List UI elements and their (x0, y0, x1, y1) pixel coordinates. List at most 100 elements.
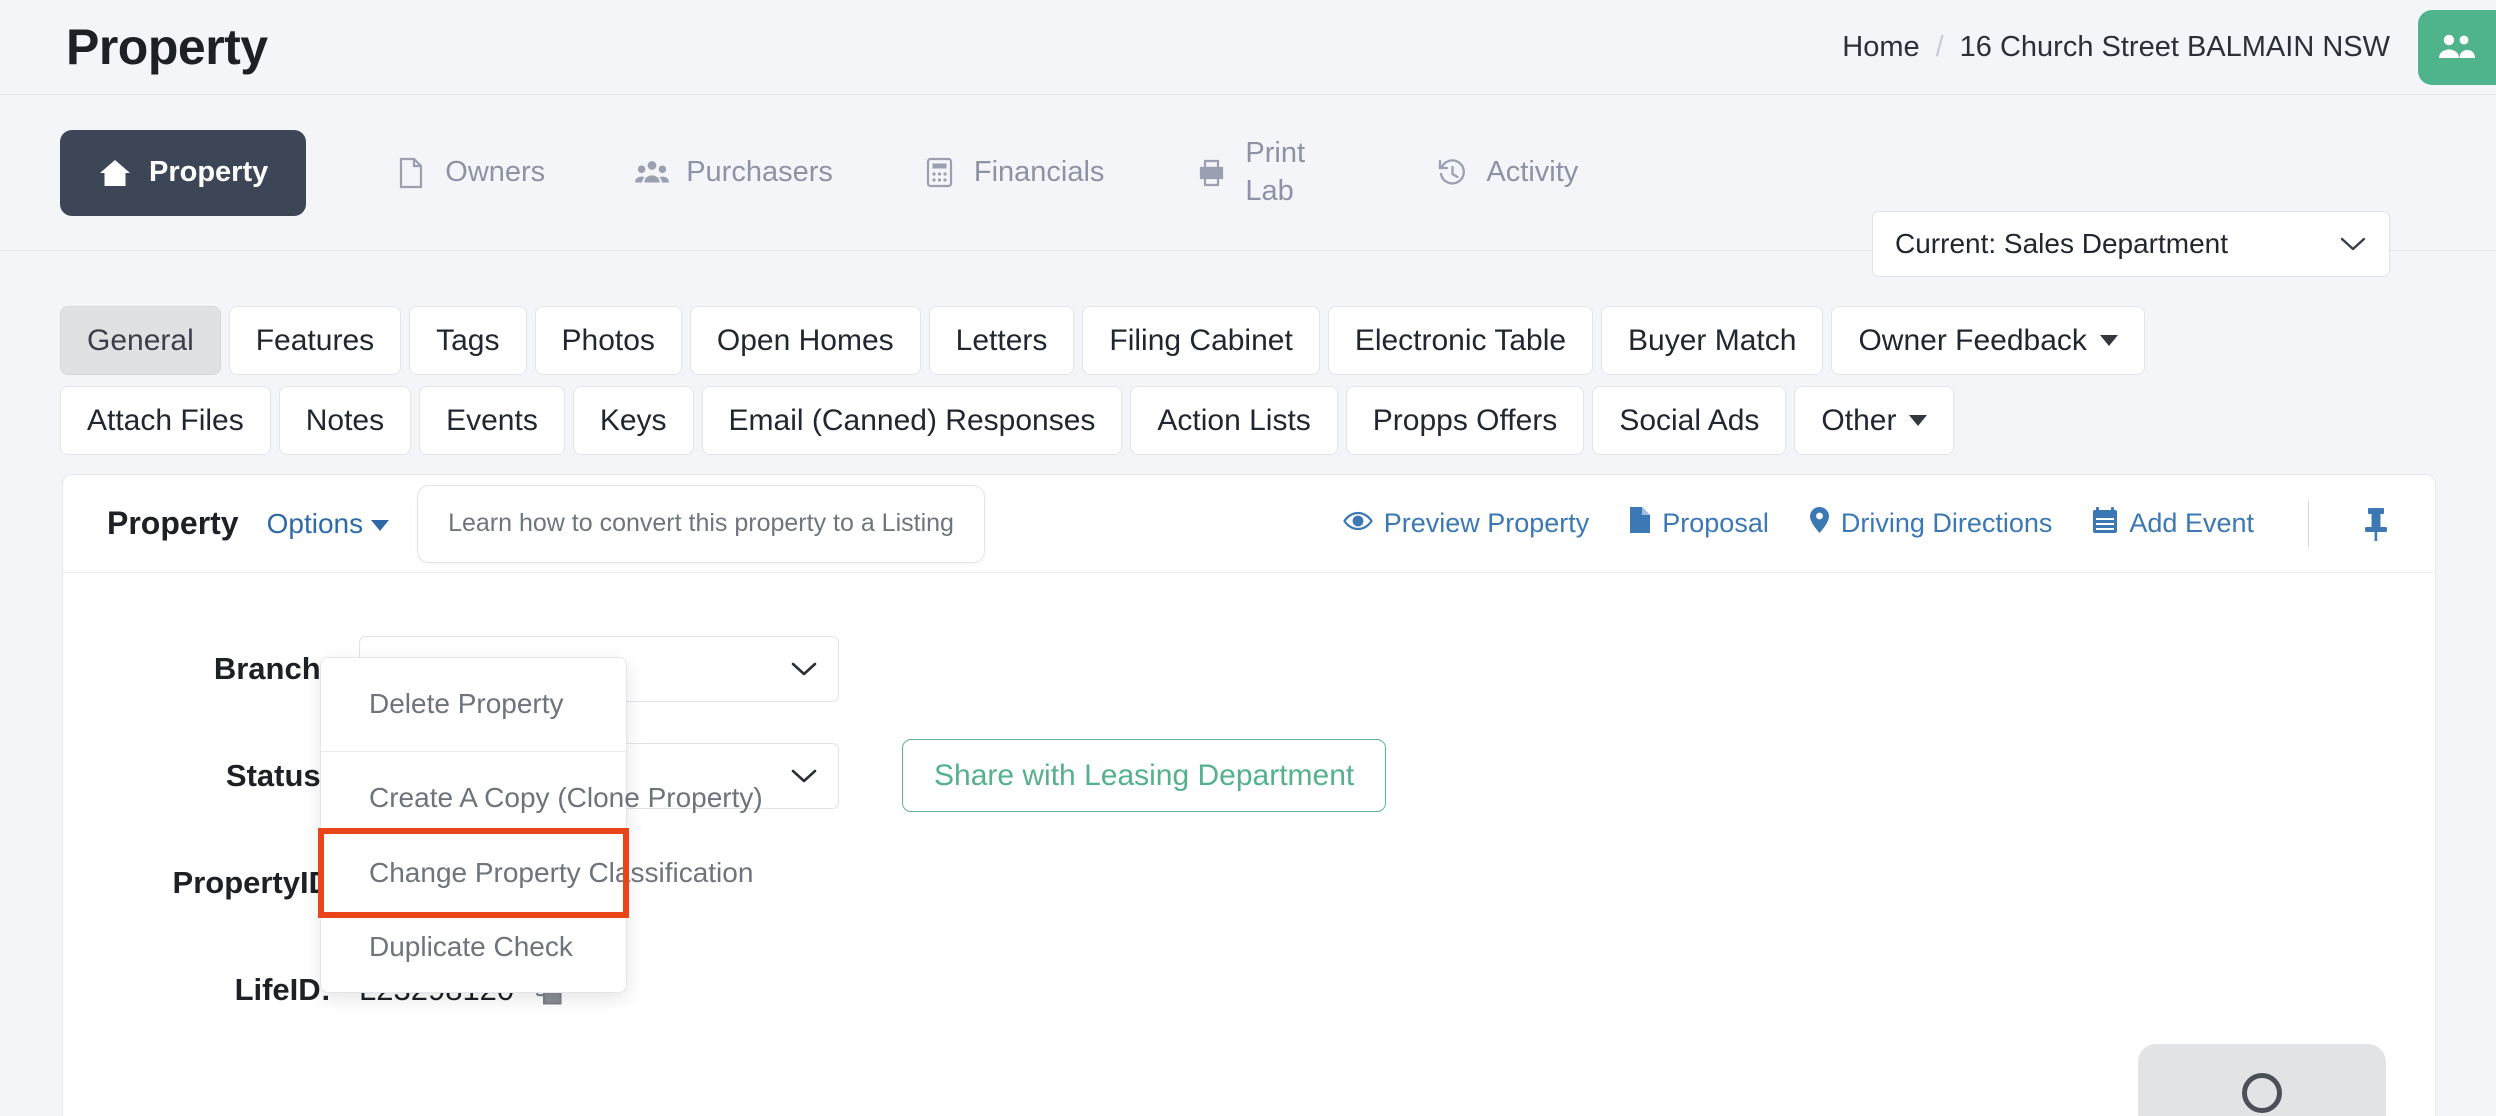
subtab-label: Filing Cabinet (1109, 324, 1292, 358)
driving-directions-label: Driving Directions (1841, 508, 2053, 539)
subtab-label: Electronic Table (1355, 324, 1566, 358)
chat-widget[interactable] (2138, 1044, 2386, 1116)
subtab-tags[interactable]: Tags (409, 306, 526, 375)
add-event-label: Add Event (2129, 508, 2254, 539)
subtab-label: Owner Feedback (1858, 324, 2086, 358)
preview-property-link[interactable]: Preview Property (1343, 508, 1590, 539)
share-with-leasing-department-button[interactable]: Share with Leasing Department (902, 739, 1386, 812)
nav-label-print-lab: Print Lab (1245, 135, 1345, 209)
menu-item-create-a-copy-clone-property[interactable]: Create A Copy (Clone Property) (321, 766, 626, 831)
subtab-notes[interactable]: Notes (279, 386, 411, 455)
subtab-label: Open Homes (717, 324, 894, 358)
users-icon[interactable] (2418, 10, 2496, 85)
chat-icon (2242, 1073, 2282, 1113)
department-select[interactable]: Current: Sales Department (1872, 211, 2390, 277)
chevron-down-icon (2339, 228, 2367, 260)
subtab-buyer-match[interactable]: Buyer Match (1601, 306, 1823, 375)
printer-icon (1194, 156, 1228, 190)
add-event-link[interactable]: Add Event (2092, 507, 2254, 541)
pin-icon[interactable] (2363, 507, 2389, 541)
page-header: Property Home / 16 Church Street BALMAIN… (0, 0, 2496, 95)
property-panel: Property Options Learn how to convert th… (62, 474, 2436, 1116)
subtab-keys[interactable]: Keys (573, 386, 694, 455)
subtab-row-2: Attach Files Notes Events Keys Email (Canned… (60, 386, 2340, 463)
history-icon (1435, 156, 1469, 190)
subtab-action-lists[interactable]: Action Lists (1130, 386, 1337, 455)
proposal-link[interactable]: Proposal (1629, 506, 1769, 541)
panel-title: Property (107, 505, 239, 542)
breadcrumb-separator: / (1936, 31, 1944, 64)
map-pin-icon (1809, 506, 1830, 541)
menu-divider (321, 751, 626, 752)
breadcrumb-home[interactable]: Home (1842, 31, 1919, 64)
chevron-down-icon (790, 653, 818, 685)
caret-down-icon (1909, 415, 1927, 426)
chevron-down-icon (371, 520, 389, 531)
page-title: Property (66, 22, 268, 72)
subtab-features[interactable]: Features (229, 306, 401, 375)
eye-icon (1343, 508, 1373, 539)
nav-item-owners[interactable]: Owners (364, 130, 575, 216)
subtab-label: Letters (956, 324, 1048, 358)
subtab-general[interactable]: General (60, 306, 221, 375)
subtab-label: Social Ads (1619, 404, 1759, 438)
panel-body: Branch: Status: Share with Leasing Depar… (63, 573, 2435, 1116)
nav-item-purchasers[interactable]: Purchasers (605, 130, 863, 216)
subtab-label: General (87, 324, 194, 358)
panel-header: Property Options Learn how to convert th… (63, 475, 2435, 573)
users-icon (635, 156, 669, 190)
subtab-electronic-table[interactable]: Electronic Table (1328, 306, 1593, 375)
nav-item-print-lab[interactable]: Print Lab (1164, 130, 1375, 216)
nav-label-activity: Activity (1486, 156, 1578, 189)
action-divider (2308, 501, 2309, 547)
main-navigation: Property Owners Purchasers (0, 95, 2496, 251)
subtab-label: Attach Files (87, 404, 244, 438)
subtab-propps-offers[interactable]: Propps Offers (1346, 386, 1585, 455)
nav-item-financials[interactable]: Financials (893, 130, 1135, 216)
subtab-label: Other (1821, 404, 1896, 438)
convert-listing-tooltip-text: Learn how to convert this property to a … (448, 509, 954, 538)
options-menu-items: Delete Property Create A Copy (Clone Prop… (321, 672, 626, 980)
menu-item-delete-property[interactable]: Delete Property (321, 672, 626, 737)
subtab-attach-files[interactable]: Attach Files (60, 386, 271, 455)
subtab-open-homes[interactable]: Open Homes (690, 306, 921, 375)
options-button-label: Options (267, 508, 364, 540)
subtab-label: Keys (600, 404, 667, 438)
share-button-label: Share with Leasing Department (934, 759, 1354, 793)
subtab-label: Photos (562, 324, 655, 358)
subtab-label: Propps Offers (1373, 404, 1558, 438)
home-icon (98, 156, 132, 190)
menu-item-duplicate-check[interactable]: Duplicate Check (321, 915, 626, 980)
subtab-owner-feedback[interactable]: Owner Feedback (1831, 306, 2144, 375)
nav-label-owners: Owners (445, 156, 545, 189)
subtab-photos[interactable]: Photos (535, 306, 682, 375)
subtab-label: Notes (306, 404, 384, 438)
options-dropdown-button[interactable]: Options (267, 508, 390, 540)
convert-listing-tooltip: Learn how to convert this property to a … (417, 485, 985, 563)
options-dropdown-menu: Delete Property Create A Copy (Clone Prop… (320, 657, 627, 993)
subtab-social-ads[interactable]: Social Ads (1592, 386, 1786, 455)
nav-item-activity[interactable]: Activity (1405, 130, 1608, 216)
menu-item-change-property-classification[interactable]: Change Property Classification (321, 831, 626, 916)
document-icon (1629, 506, 1651, 541)
breadcrumb: Home / 16 Church Street BALMAIN NSW (1842, 0, 2496, 94)
calendar-icon (2092, 507, 2118, 541)
main-nav-items: Property Owners Purchasers (60, 130, 1638, 216)
subtab-label: Features (256, 324, 374, 358)
subtab-filing-cabinet[interactable]: Filing Cabinet (1082, 306, 1319, 375)
caret-down-icon (2100, 335, 2118, 346)
calculator-icon (923, 156, 957, 190)
subtab-events[interactable]: Events (419, 386, 565, 455)
subtab-letters[interactable]: Letters (929, 306, 1075, 375)
panel-actions: Preview Property Proposal Driving D (1343, 501, 2389, 547)
nav-label-property: Property (149, 156, 268, 189)
nav-item-property[interactable]: Property (60, 130, 306, 216)
breadcrumb-current: 16 Church Street BALMAIN NSW (1960, 31, 2390, 64)
subtab-email-canned-responses[interactable]: Email (Canned) Responses (702, 386, 1123, 455)
subtab-other[interactable]: Other (1794, 386, 1954, 455)
subtab-bar: General Features Tags Photos Open Homes Lette… (0, 251, 2400, 463)
driving-directions-link[interactable]: Driving Directions (1809, 506, 2053, 541)
department-select-value: Current: Sales Department (1895, 228, 2228, 260)
subtab-label: Email (Canned) Responses (729, 404, 1096, 438)
subtab-row-1: General Features Tags Photos Open Homes Lette… (60, 306, 2153, 383)
